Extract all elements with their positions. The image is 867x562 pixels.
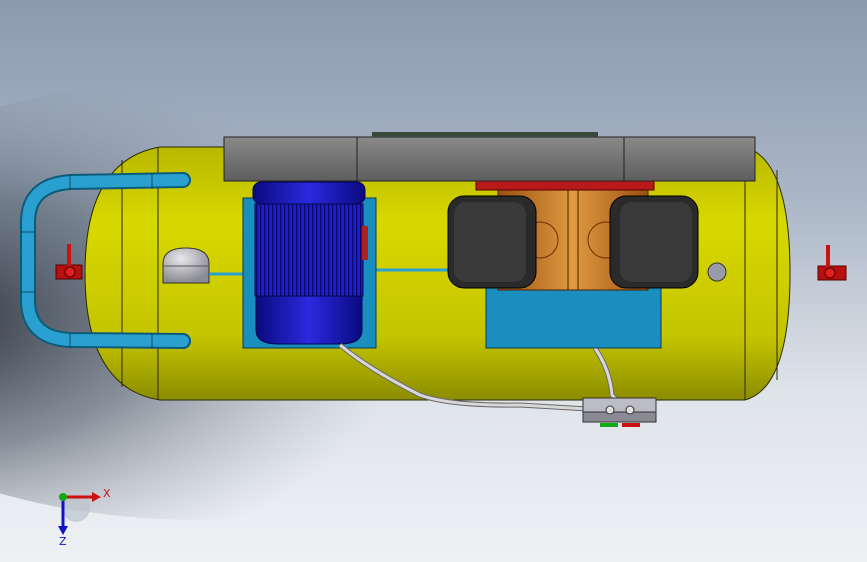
graphics-viewport[interactable]: X Z	[0, 0, 867, 562]
triad-x-label: X	[103, 487, 111, 500]
pump-base-plate[interactable]	[485, 285, 662, 349]
triad-z-label: Z	[59, 535, 67, 548]
cylinder-head-left[interactable]	[447, 195, 537, 289]
pressure-switch-dome[interactable]	[162, 247, 210, 284]
model-scene[interactable]: X Z	[0, 0, 867, 562]
outlet-port[interactable]	[707, 262, 727, 282]
electric-motor[interactable]	[252, 181, 368, 345]
cylinder-head-right[interactable]	[609, 195, 699, 289]
belt-guard-cover[interactable]	[223, 132, 756, 182]
triad-origin	[59, 493, 67, 501]
